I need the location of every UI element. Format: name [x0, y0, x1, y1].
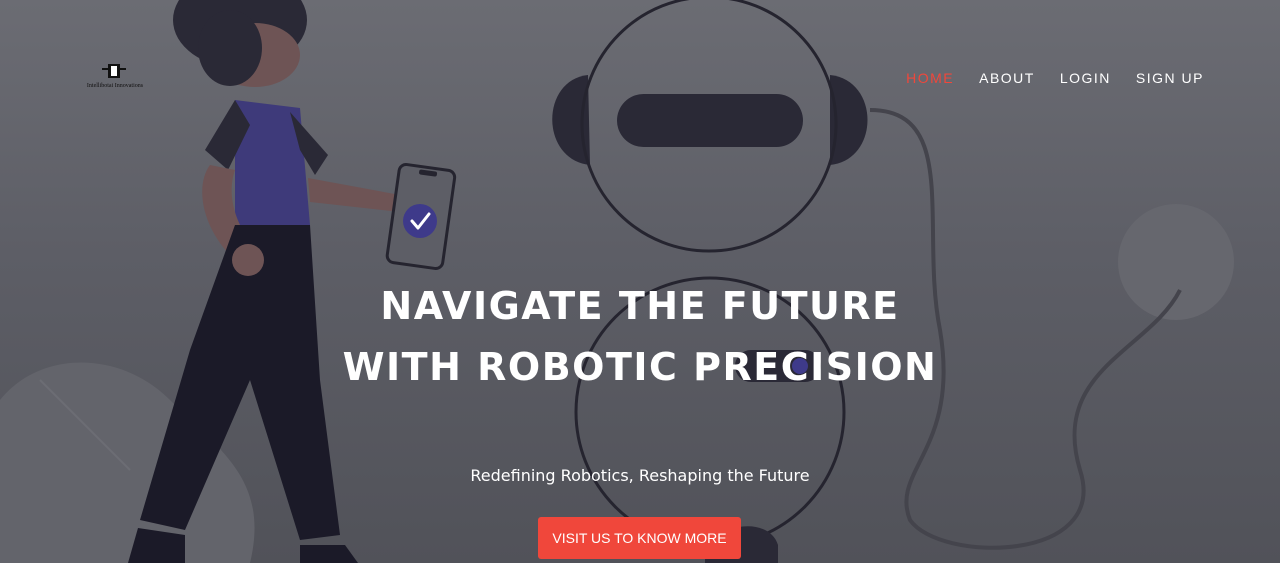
- main-nav: HOME ABOUT LOGIN SIGN UP: [906, 70, 1204, 86]
- nav-signup-link[interactable]: SIGN UP: [1136, 70, 1204, 86]
- hero-title: NAVIGATE THE FUTURE WITH ROBOTIC PRECISI…: [342, 284, 938, 389]
- nav-about-link[interactable]: ABOUT: [979, 70, 1035, 86]
- nav-login-link[interactable]: LOGIN: [1060, 70, 1111, 86]
- brand-name: Intellibotai Innovations: [86, 83, 144, 89]
- brand-logo[interactable]: Intellibotai Innovations: [80, 62, 150, 94]
- visit-us-button[interactable]: VISIT US TO KNOW MORE: [538, 517, 741, 559]
- logo-icon: [102, 64, 126, 78]
- nav-home-link[interactable]: HOME: [906, 70, 954, 86]
- phone-graphic: [385, 162, 457, 271]
- hero-subtitle: Redefining Robotics, Reshaping the Futur…: [470, 466, 810, 485]
